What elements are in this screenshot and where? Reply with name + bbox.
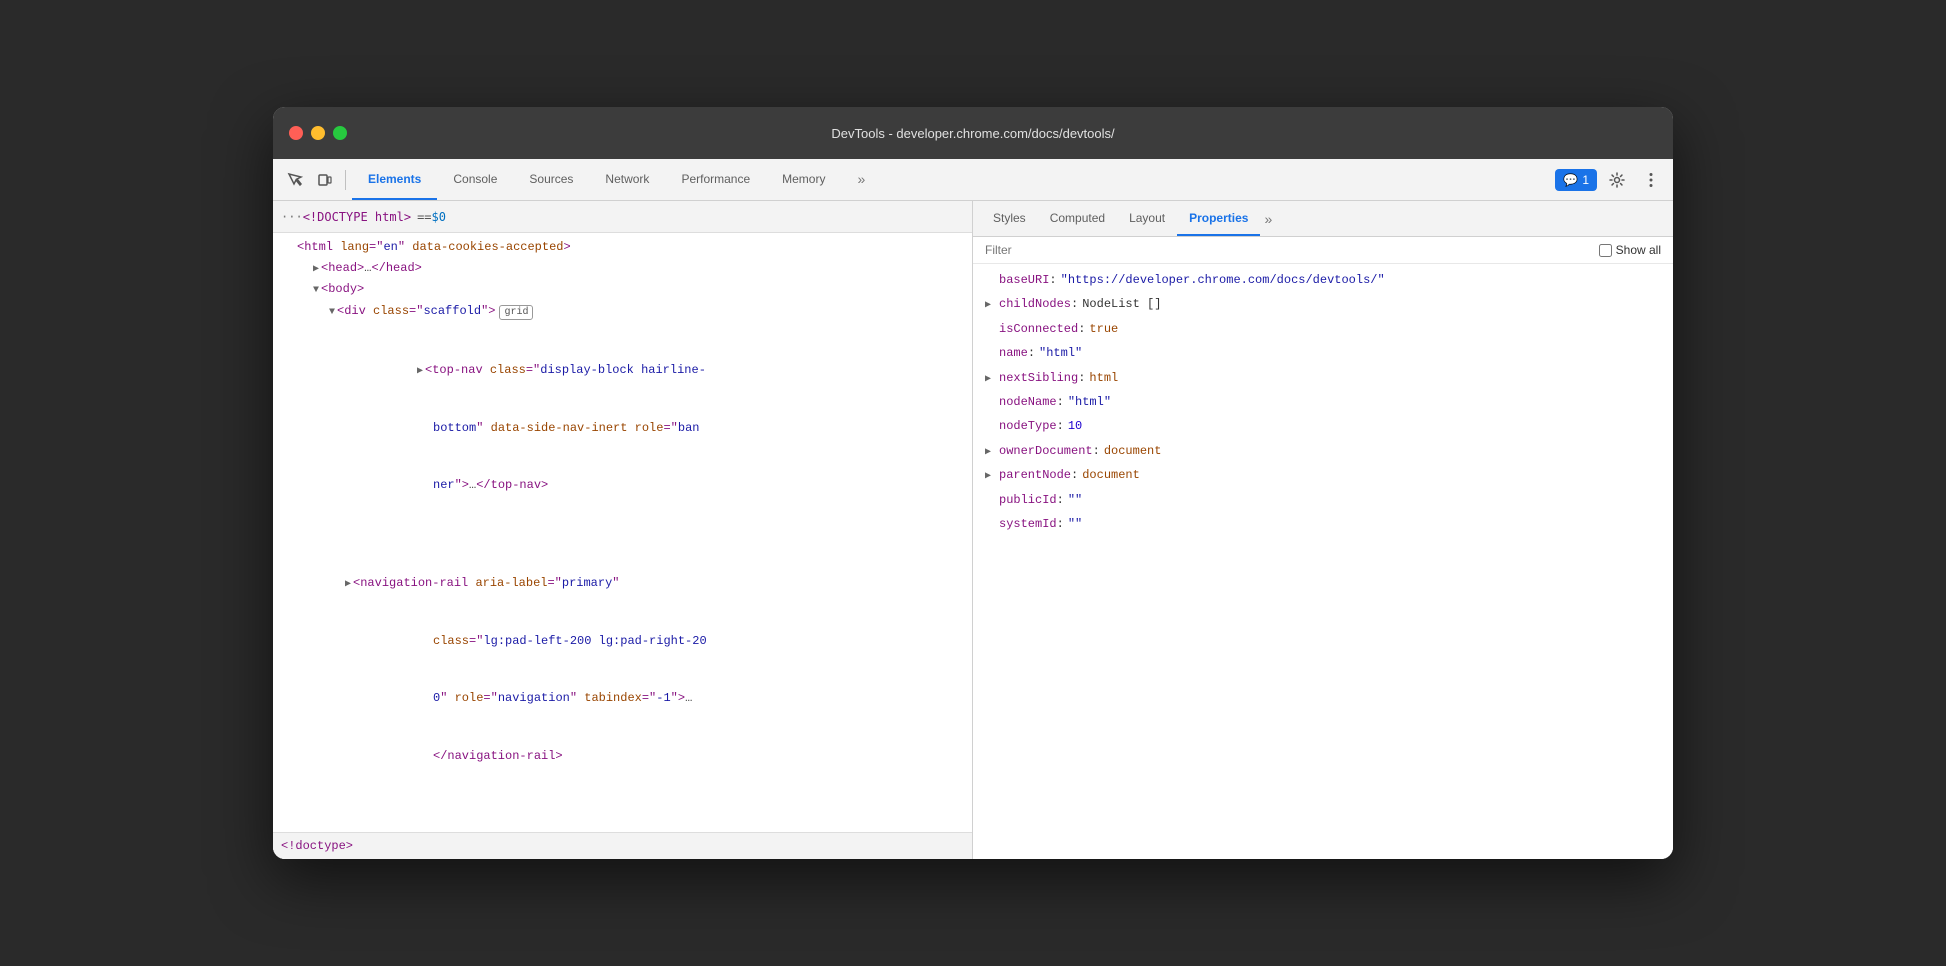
titlebar: DevTools - developer.chrome.com/docs/dev… [273,107,1673,159]
dom-breadcrumb: ··· <!DOCTYPE html> == $0 [273,201,972,233]
inspect-icon[interactable] [281,166,309,194]
toolbar-right: 💬 1 [1555,166,1665,194]
main-content: ··· <!DOCTYPE html> == $0 <html lang="en… [273,201,1673,859]
tab-properties[interactable]: Properties [1177,201,1260,236]
filter-input[interactable] [985,243,1591,257]
grid-badge[interactable]: grid [499,305,533,320]
show-all-control[interactable]: Show all [1599,243,1661,257]
prop-nextsibling[interactable]: ▶ nextSibling : html [973,366,1673,390]
properties-tabs: Styles Computed Layout Properties » [973,201,1673,237]
toolbar-divider [345,170,346,190]
dom-html-node[interactable]: <html lang="en" data-cookies-accepted> [273,237,972,258]
chat-icon: 💬 [1563,173,1578,187]
close-button[interactable] [289,126,303,140]
dom-navrail-node[interactable]: ▶<navigation-rail aria-label="primary" c… [273,535,972,806]
panel-tabs: Elements Console Sources Network Perform… [352,159,881,200]
tab-styles[interactable]: Styles [981,201,1038,236]
show-all-label: Show all [1616,243,1661,257]
tab-more[interactable]: » [841,159,881,200]
props-more-tabs[interactable]: » [1260,201,1276,236]
prop-nodename[interactable]: nodeName : "html" [973,390,1673,414]
tab-performance[interactable]: Performance [665,159,766,200]
notifications-button[interactable]: 💬 1 [1555,169,1597,191]
main-toolbar: Elements Console Sources Network Perform… [273,159,1673,201]
dom-panel: ··· <!DOCTYPE html> == $0 <html lang="en… [273,201,973,859]
dom-head-node[interactable]: ▶<head>…</head> [273,258,972,279]
dom-scaffold-node[interactable]: ▼<div class="scaffold">grid [273,301,972,322]
dom-sidenav-node[interactable]: ▶<side-nav type="project" view="projec t… [273,805,972,832]
dom-tree[interactable]: <html lang="en" data-cookies-accepted> ▶… [273,233,972,832]
tab-network[interactable]: Network [589,159,665,200]
settings-button[interactable] [1603,166,1631,194]
dom-body-node[interactable]: ▼<body> [273,279,972,300]
prop-isconnected[interactable]: isConnected : true [973,317,1673,341]
minimize-button[interactable] [311,126,325,140]
devtools-window: DevTools - developer.chrome.com/docs/dev… [273,107,1673,859]
properties-list: baseURI : "https://developer.chrome.com/… [973,264,1673,859]
notification-count: 1 [1582,173,1589,187]
dom-footer: <!doctype> [273,832,972,859]
tab-layout[interactable]: Layout [1117,201,1177,236]
tab-elements[interactable]: Elements [352,159,437,200]
prop-baseuri[interactable]: baseURI : "https://developer.chrome.com/… [973,268,1673,292]
show-all-checkbox[interactable] [1599,244,1612,257]
prop-systemid[interactable]: systemId : "" [973,512,1673,536]
tab-computed[interactable]: Computed [1038,201,1117,236]
prop-childnodes[interactable]: ▶ childNodes : NodeList [] [973,292,1673,316]
prop-parentnode[interactable]: ▶ parentNode : document [973,463,1673,487]
traffic-lights [289,126,347,140]
prop-ownerdocument[interactable]: ▶ ownerDocument : document [973,439,1673,463]
properties-panel: Styles Computed Layout Properties » [973,201,1673,859]
prop-publicid[interactable]: publicId : "" [973,488,1673,512]
filter-bar: Show all [973,237,1673,264]
more-options-button[interactable] [1637,166,1665,194]
maximize-button[interactable] [333,126,347,140]
window-title: DevTools - developer.chrome.com/docs/dev… [831,126,1114,141]
tab-sources[interactable]: Sources [513,159,589,200]
tab-memory[interactable]: Memory [766,159,841,200]
tab-console[interactable]: Console [437,159,513,200]
dom-topnav-node[interactable]: ▶<top-nav class="display-block hairline-… [273,322,972,535]
prop-name[interactable]: name : "html" [973,341,1673,365]
device-toolbar-icon[interactable] [311,166,339,194]
prop-nodetype[interactable]: nodeType : 10 [973,414,1673,438]
devtools-container: Elements Console Sources Network Perform… [273,159,1673,859]
